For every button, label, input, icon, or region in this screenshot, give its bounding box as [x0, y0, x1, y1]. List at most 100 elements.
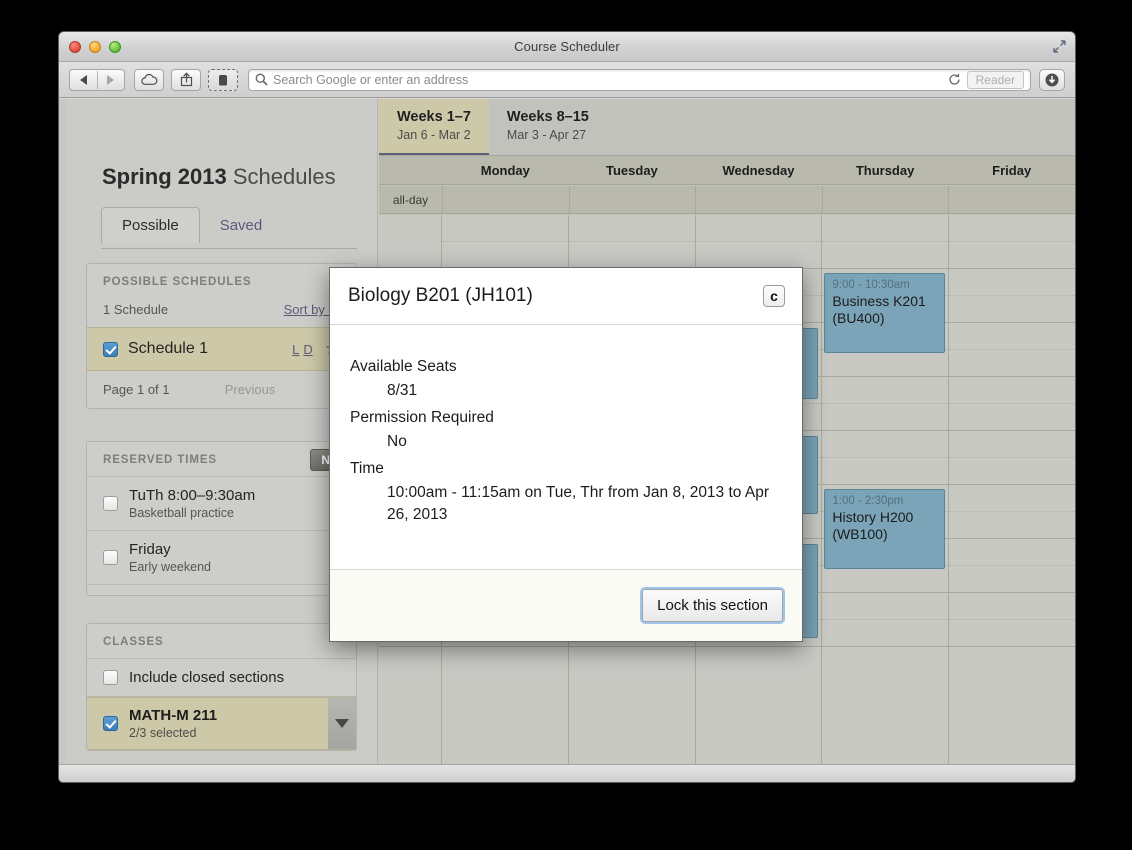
schedule-label: Schedule 1	[128, 340, 209, 357]
day-header-wednesday: Wednesday	[722, 163, 795, 178]
reserved-time-item[interactable]: Friday Early weekend	[87, 531, 356, 584]
forward-arrow-icon	[107, 74, 114, 85]
page-title: Spring 2013 Schedules	[102, 164, 336, 190]
reload-icon[interactable]	[948, 73, 961, 86]
back-arrow-icon	[80, 74, 87, 85]
permission-required-label: Permission Required	[350, 409, 494, 426]
all-day-cell[interactable]	[948, 186, 1075, 213]
lock-this-section-button[interactable]: Lock this section	[642, 589, 783, 622]
fullscreen-icon[interactable]	[1053, 40, 1066, 53]
reserved-times-header: RESERVED TIMES N	[87, 442, 356, 476]
week-tab-range: Jan 6 - Mar 2	[397, 128, 471, 142]
day-header-thursday: Thursday	[855, 163, 915, 178]
dialog-footer: Lock this section	[330, 569, 802, 641]
chevron-down-icon	[335, 719, 349, 728]
calendar-event[interactable]: 9:00 - 10:30am Business K201 (BU400)	[824, 273, 946, 353]
day-column-friday[interactable]	[949, 215, 1075, 764]
reserved-time-checkbox[interactable]	[103, 496, 118, 511]
calendar-day-header: Monday Tuesday Wednesday Thursday Friday	[379, 155, 1075, 185]
all-day-cell[interactable]	[821, 186, 949, 213]
schedule-list-item[interactable]: Schedule 1 LD ☆	[87, 327, 356, 371]
class-checkbox[interactable]	[103, 716, 118, 731]
week-tab-range: Mar 3 - Apr 27	[506, 128, 587, 142]
include-closed-sections-row[interactable]: Include closed sections	[87, 659, 356, 696]
all-day-row: all-day	[379, 186, 1075, 214]
all-day-cell[interactable]	[568, 186, 696, 213]
class-list-item[interactable]: MATH-M 211 2/3 selected	[87, 697, 356, 750]
window-title: Course Scheduler	[514, 39, 620, 54]
share-button[interactable]	[171, 68, 201, 91]
event-time: 9:00 - 10:30am	[832, 279, 910, 291]
web-page: Spring 2013 Schedules Possible Saved POS…	[59, 99, 1075, 764]
schedule-checkbox[interactable]	[103, 341, 118, 357]
day-column-thursday[interactable]: 9:00 - 10:30am Business K201 (BU400) 1:0…	[822, 215, 950, 764]
reserved-time-item[interactable]: TuTh 8:00–9:30am Basketball practice	[87, 477, 356, 530]
classes-header: CLASSES	[103, 636, 164, 648]
time-column-header	[379, 156, 442, 184]
possible-schedules-panel: POSSIBLE SCHEDULES 1 Schedule Sort by ra…	[86, 263, 357, 409]
sidebar-tabs: Possible Saved	[101, 207, 282, 243]
section-details-dialog: Biology B201 (JH101) c Available Seats 8…	[329, 267, 803, 642]
address-bar[interactable]: Search Google or enter an address Reader	[248, 68, 1031, 91]
downloads-icon	[1045, 73, 1059, 86]
classes-panel: CLASSES Include closed sections MATH-M 2…	[86, 623, 357, 751]
class-text: MATH-M 211 2/3 selected	[129, 707, 328, 740]
icloud-tabs-button[interactable]	[134, 68, 164, 91]
downloads-button[interactable]	[1039, 68, 1065, 91]
time-label: Time	[350, 460, 384, 477]
possible-schedules-subrow: 1 Schedule Sort by ra	[87, 298, 356, 327]
include-closed-sections-checkbox[interactable]	[103, 670, 118, 685]
back-button[interactable]	[70, 74, 97, 85]
reserved-times-panel: RESERVED TIMES N TuTh 8:00–9:30am Basket…	[86, 441, 357, 596]
hour-cell	[379, 215, 441, 269]
schedule-count: 1 Schedule	[103, 302, 169, 317]
reserved-times-header-label: RESERVED TIMES	[103, 454, 217, 466]
reserved-time-title: TuTh 8:00–9:30am	[129, 487, 256, 504]
delete-link[interactable]: D	[303, 342, 312, 357]
dialog-header: Biology B201 (JH101) c	[330, 268, 802, 325]
nav-buttons	[69, 68, 125, 91]
week-tab-title: Weeks 8–15	[506, 109, 589, 125]
week-tab-title: Weeks 1–7	[397, 109, 471, 125]
tab-possible[interactable]: Possible	[101, 207, 200, 243]
tab-saved[interactable]: Saved	[200, 208, 283, 243]
schedule-pager: Page 1 of 1 Previous N	[87, 371, 356, 408]
calendar-event[interactable]: 1:00 - 2:30pm History H200 (WB100)	[824, 489, 946, 569]
class-disclosure-button[interactable]	[328, 698, 356, 749]
permission-required-value: No	[387, 433, 407, 450]
day-header-tuesday: Tuesday	[606, 163, 658, 178]
reserved-time-title: Friday	[129, 541, 171, 558]
tab-weeks-1-7[interactable]: Weeks 1–7 Jan 6 - Mar 2	[379, 99, 489, 155]
nav-divider	[97, 70, 98, 89]
possible-schedules-header: POSSIBLE SCHEDULES	[103, 276, 252, 288]
event-title: History H200	[832, 509, 914, 525]
reserved-time-checkbox[interactable]	[103, 550, 118, 565]
day-header-friday: Friday	[992, 163, 1032, 178]
evernote-clipper-button[interactable]	[208, 68, 238, 91]
event-time: 1:00 - 2:30pm	[832, 495, 904, 507]
share-icon	[180, 72, 192, 87]
include-closed-sections-text: Include closed sections	[129, 669, 284, 686]
previous-page-button[interactable]: Previous	[225, 382, 276, 397]
page-title-term: Spring 2013	[102, 164, 227, 189]
reserved-time-text: Friday Early weekend	[129, 541, 211, 574]
event-room: (WB100)	[832, 526, 888, 542]
panel-spacer	[87, 585, 356, 595]
reader-button[interactable]: Reader	[966, 70, 1024, 89]
window-statusbar	[59, 764, 1075, 782]
address-bar-placeholder: Search Google or enter an address	[273, 72, 469, 87]
all-day-cell[interactable]	[695, 186, 822, 213]
all-day-cell[interactable]	[442, 186, 569, 213]
browser-window: Course Scheduler Search Google or enter …	[58, 31, 1076, 783]
tab-weeks-8-15[interactable]: Weeks 8–15 Mar 3 - Apr 27	[489, 99, 607, 155]
class-code: MATH-M 211	[129, 707, 218, 724]
available-seats-label: Available Seats	[350, 358, 457, 375]
browser-toolbar: Search Google or enter an address Reader	[59, 62, 1075, 98]
dialog-title: Biology B201 (JH101)	[348, 285, 533, 306]
reserved-time-subtitle: Early weekend	[129, 560, 211, 574]
lock-link[interactable]: L	[292, 342, 299, 357]
forward-button[interactable]	[97, 74, 124, 85]
week-tabs: Weeks 1–7 Jan 6 - Mar 2 Weeks 8–15 Mar 3…	[379, 99, 1075, 155]
class-status: 2/3 selected	[129, 726, 197, 740]
close-icon[interactable]: c	[763, 285, 785, 307]
